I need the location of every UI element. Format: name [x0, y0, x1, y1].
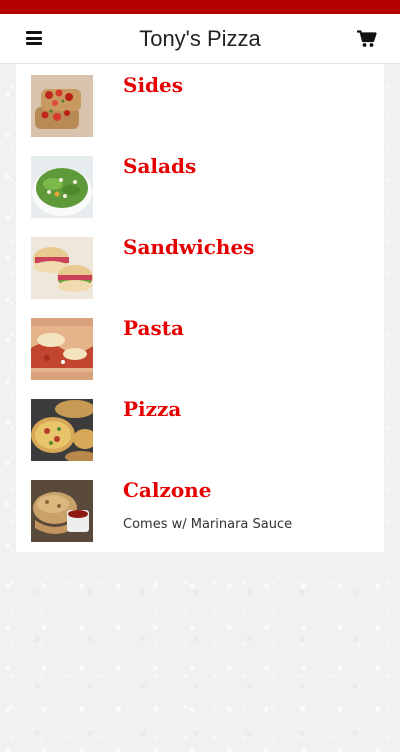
app-header: Tony's Pizza: [0, 14, 400, 64]
menu-item-title: Sandwiches: [123, 235, 255, 259]
menu-item-salads[interactable]: Salads: [16, 145, 384, 226]
sandwiches-image: [31, 237, 93, 299]
menu-item-calzone[interactable]: Calzone Comes w/ Marinara Sauce: [16, 469, 384, 550]
menu-item-sandwiches[interactable]: Sandwiches: [16, 226, 384, 307]
salads-image: [31, 156, 93, 218]
menu-item-pasta[interactable]: Pasta: [16, 307, 384, 388]
shopping-cart-icon[interactable]: [357, 30, 377, 48]
pizza-image: [31, 399, 93, 461]
menu-item-title: Salads: [123, 154, 197, 178]
menu-item-title: Pizza: [123, 397, 182, 421]
calzone-image: [31, 480, 93, 542]
menu-item-sides[interactable]: Sides: [16, 64, 384, 145]
menu-item-title: Sides: [123, 73, 184, 97]
pasta-image: [31, 318, 93, 380]
menu-item-pizza[interactable]: Pizza: [16, 388, 384, 469]
brand-top-bar: [0, 0, 400, 14]
menu-item-title: Calzone: [123, 478, 212, 502]
menu-category-list: Sides Salads Sandwiches Pasta Pizza Calz…: [16, 64, 384, 552]
page-title: Tony's Pizza: [139, 26, 261, 51]
menu-item-title: Pasta: [123, 316, 184, 340]
sides-image: [31, 75, 93, 137]
menu-item-description: Comes w/ Marinara Sauce: [123, 517, 293, 532]
